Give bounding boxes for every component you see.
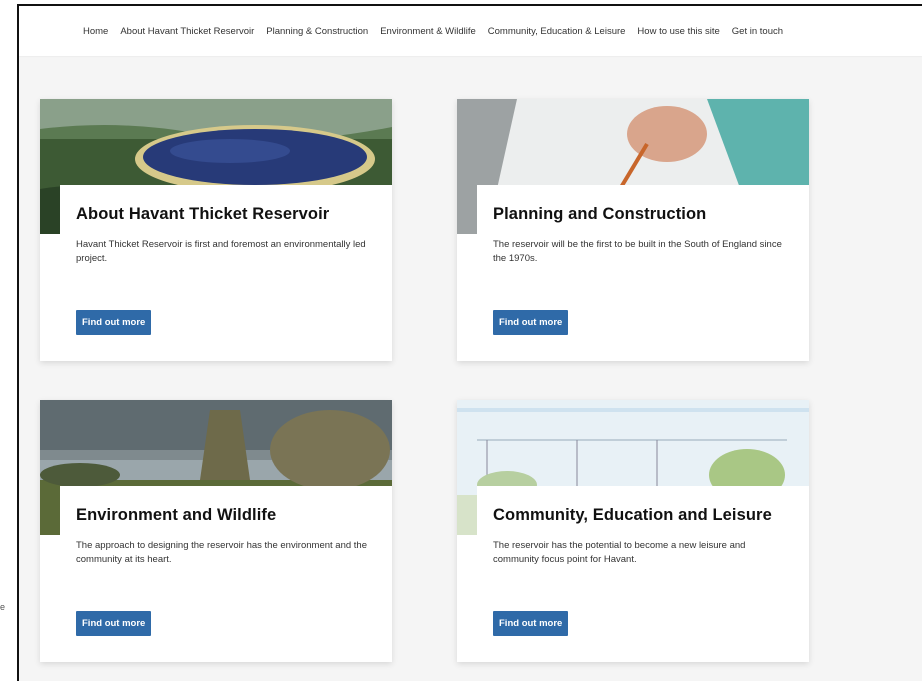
edge-text-fragment: e (0, 602, 6, 612)
nav-how-to-use[interactable]: How to use this site (637, 26, 719, 37)
card-title: About Havant Thicket Reservoir (76, 205, 330, 223)
card-title: Planning and Construction (493, 205, 707, 223)
nav-community[interactable]: Community, Education & Leisure (488, 26, 626, 37)
find-out-more-button[interactable]: Find out more (493, 611, 569, 636)
find-out-more-button[interactable]: Find out more (76, 611, 152, 636)
card-community: Community, Education and Leisure The res… (457, 400, 809, 662)
card-environment: Environment and Wildlife The approach to… (40, 400, 392, 662)
card-content: Planning and Construction The reservoir … (477, 185, 809, 361)
card-title: Environment and Wildlife (76, 506, 277, 524)
card-content: About Havant Thicket Reservoir Havant Th… (60, 185, 392, 361)
card-content: Environment and Wildlife The approach to… (60, 486, 392, 662)
nav-about[interactable]: About Havant Thicket Reservoir (120, 26, 254, 37)
nav-environment[interactable]: Environment & Wildlife (380, 26, 476, 37)
nav-get-in-touch[interactable]: Get in touch (732, 26, 783, 37)
card-description: The reservoir will be the first to be bu… (493, 239, 782, 264)
card-description: Havant Thicket Reservoir is first and fo… (76, 239, 366, 264)
find-out-more-button[interactable]: Find out more (76, 310, 152, 335)
card-content: Community, Education and Leisure The res… (477, 486, 809, 662)
nav-home[interactable]: Home (83, 26, 108, 37)
top-navigation: Home About Havant Thicket Reservoir Plan… (19, 6, 922, 56)
card-planning: Planning and Construction The reservoir … (457, 99, 809, 361)
nav-planning[interactable]: Planning & Construction (266, 26, 368, 37)
card-title: Community, Education and Leisure (493, 506, 772, 524)
find-out-more-button[interactable]: Find out more (493, 310, 569, 335)
card-description: The approach to designing the reservoir … (76, 540, 367, 565)
card-description: The reservoir has the potential to becom… (493, 540, 746, 565)
card-about: About Havant Thicket Reservoir Havant Th… (40, 99, 392, 361)
browser-viewport: Home About Havant Thicket Reservoir Plan… (17, 4, 922, 681)
